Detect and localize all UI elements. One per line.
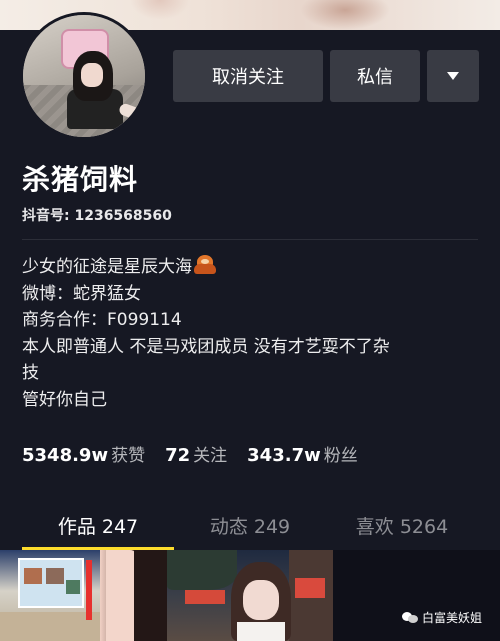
profile-bio: 少女的征途是星辰大海 微博：蛇界猛女 商务合作：F099114 本人即普通人 不… xyxy=(22,254,482,413)
stat-following-label: 关注 xyxy=(193,446,228,466)
video-thumbnail[interactable] xyxy=(167,550,333,641)
bio-line-6: 管好你自己 xyxy=(22,389,107,410)
stat-likes-value: 5348.9w xyxy=(22,445,109,466)
stat-following-value: 72 xyxy=(165,445,191,466)
bio-line-4: 本人即普通人 不是马戏团成员 没有才艺耍不了杂 xyxy=(22,336,390,357)
stat-followers[interactable]: 343.7w 粉丝 xyxy=(247,441,358,466)
avatar[interactable] xyxy=(20,12,148,140)
bio-line-2: 微博：蛇界猛女 xyxy=(22,283,141,304)
orangutan-emoji-icon xyxy=(194,255,216,275)
unfollow-button[interactable]: 取消关注 xyxy=(173,50,323,102)
stat-likes-label: 获赞 xyxy=(111,446,146,466)
bio-line-3: 商务合作：F099114 xyxy=(22,310,182,330)
more-options-button[interactable] xyxy=(427,50,479,102)
profile-name: 杀猪饲料 xyxy=(22,163,139,196)
unfollow-button-label: 取消关注 xyxy=(212,67,284,88)
watermark: 白富美妖姐 xyxy=(402,609,482,626)
video-thumbnail[interactable] xyxy=(0,550,100,641)
wechat-icon xyxy=(402,611,418,624)
profile-stats: 5348.9w 获赞 72 关注 343.7w 粉丝 xyxy=(22,441,378,466)
video-thumbnail[interactable] xyxy=(333,550,500,641)
bio-line-1: 少女的征途是星辰大海 xyxy=(22,254,482,281)
douyin-id[interactable]: 抖音号: 1236568560 xyxy=(22,205,172,225)
profile-tabs: 作品 247 动态 249 喜欢 5264 xyxy=(0,500,500,550)
tab-dynamic[interactable]: 动态 249 xyxy=(174,500,326,550)
video-thumbnail[interactable] xyxy=(100,550,167,641)
bio-line-5: 技 xyxy=(22,363,39,383)
stat-likes[interactable]: 5348.9w 获赞 xyxy=(22,441,145,466)
caret-down-icon xyxy=(447,72,459,80)
tab-likes[interactable]: 喜欢 5264 xyxy=(326,500,478,550)
message-button-label: 私信 xyxy=(357,67,393,88)
stat-followers-label: 粉丝 xyxy=(323,446,358,466)
stat-followers-value: 343.7w xyxy=(247,445,321,466)
message-button[interactable]: 私信 xyxy=(330,50,420,102)
divider xyxy=(22,239,478,240)
watermark-text: 白富美妖姐 xyxy=(422,611,483,625)
stat-following[interactable]: 72 关注 xyxy=(165,441,227,466)
video-grid xyxy=(0,550,500,641)
tab-works[interactable]: 作品 247 xyxy=(22,500,174,550)
